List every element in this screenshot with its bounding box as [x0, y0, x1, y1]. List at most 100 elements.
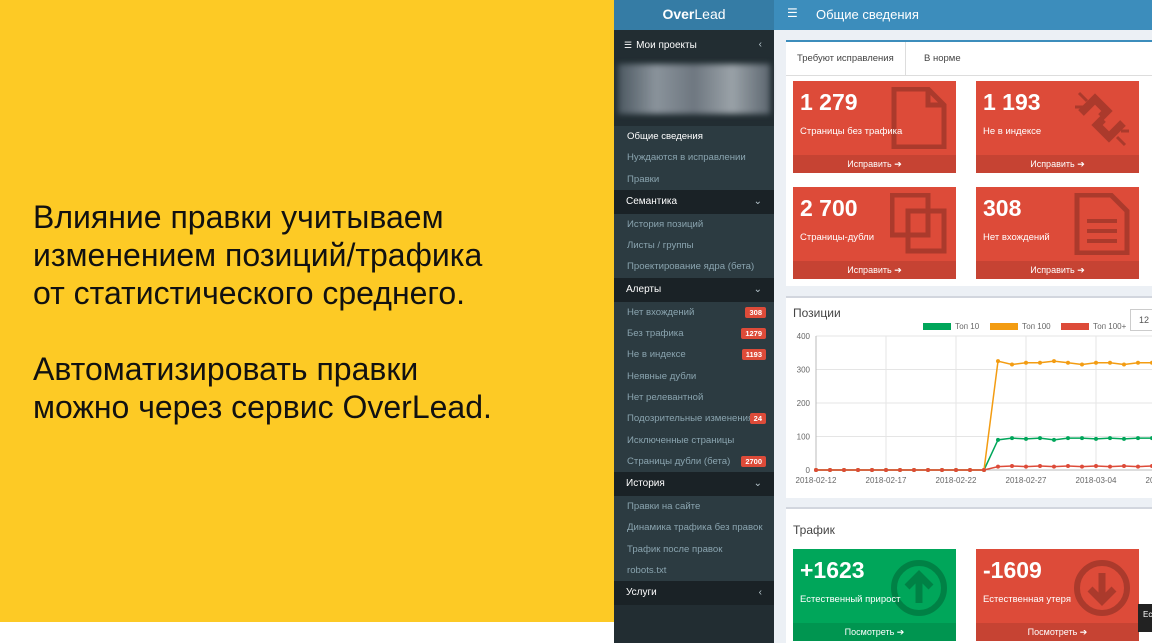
chevron-icon: ‹	[758, 587, 762, 599]
sidebar-item-label: История позиций	[627, 218, 704, 230]
count-badge: 2700	[741, 455, 766, 467]
fix-button[interactable]: Исправить ➔	[793, 261, 956, 279]
positions-title: Позиции	[793, 306, 841, 320]
data-point	[1038, 463, 1042, 468]
data-point	[1066, 463, 1070, 468]
logo-bold: Over	[662, 6, 695, 22]
data-point	[1038, 360, 1042, 365]
tile-traffic-loss: -1609 Естественная утеря Посмотреть ➔	[976, 549, 1139, 641]
data-point	[926, 468, 930, 472]
tile-label: Не в индексе	[983, 126, 1042, 137]
tab-needs-fix[interactable]: Требуют исправления	[786, 42, 906, 75]
tile-value: 308	[983, 195, 1022, 221]
sidebar-item[interactable]: История позиций	[614, 214, 774, 235]
tile-label: Страницы без трафика	[800, 126, 903, 137]
tile-no-entries: 308 Нет вхождений Исправить ➔	[976, 187, 1139, 279]
sidebar-item[interactable]: Правки на сайте	[614, 496, 774, 517]
data-point	[1094, 463, 1098, 468]
data-point	[1066, 436, 1070, 441]
fix-button[interactable]: Исправить ➔	[976, 261, 1139, 279]
sidebar-item[interactable]: Правки	[614, 169, 774, 190]
sidebar-item[interactable]: Без трафика 1279	[614, 323, 774, 344]
arrow-right-circle-icon: ➔	[894, 159, 902, 169]
slide-line: можно через сервис OverLead.	[33, 389, 492, 425]
arrow-down-circle-icon	[1074, 560, 1130, 616]
fix-button[interactable]: Исправить ➔	[976, 155, 1139, 173]
sidebar-item-label: Исключенные страницы	[627, 434, 735, 446]
my-projects-label: Мои проекты	[636, 40, 697, 51]
positions-chart: 0 100 200 300 400 2018-02-12 2018-02-17 2018-02…	[796, 332, 1152, 485]
data-point	[898, 468, 902, 472]
view-button[interactable]: Посмотреть ➔	[793, 623, 956, 641]
logo[interactable]: OverLead	[614, 0, 774, 30]
sidebar: OverLead ☰ Мои проекты ‹ Общие сведения Ну…	[614, 0, 774, 643]
data-point	[1080, 436, 1084, 441]
y-tick-label: 100	[797, 433, 811, 442]
data-point	[954, 468, 958, 472]
sidebar-section-title: Услуги	[626, 587, 657, 599]
arrow-right-circle-icon: ➔	[894, 265, 902, 275]
tab-ok[interactable]: В норме	[913, 42, 972, 75]
arrow-right-circle-icon: ➔	[1079, 627, 1088, 637]
sidebar-item[interactable]: Трафик после правок	[614, 539, 774, 560]
sidebar-submenu: Нет вхождений 308 Без трафика 1279 Не в инде…	[614, 301, 774, 473]
data-point	[1136, 436, 1140, 441]
sidebar-item[interactable]: Листы / группы	[614, 235, 774, 256]
data-point	[1136, 464, 1140, 469]
count-badge: 24	[749, 413, 766, 425]
tile-label: Естественный прирост	[800, 594, 901, 605]
count-badge: 308	[745, 306, 766, 318]
fix-label: Исправить	[1030, 265, 1075, 275]
menu-icon[interactable]: ☰	[787, 6, 798, 20]
y-tick-label: 300	[797, 366, 811, 375]
sidebar-section-title: Семантика	[626, 195, 678, 207]
sidebar-item[interactable]: Нет вхождений 308	[614, 302, 774, 323]
sidebar-item[interactable]: robots.txt	[614, 560, 774, 581]
sidebar-section-header[interactable]: Алерты ⌄	[614, 277, 774, 302]
sidebar-item[interactable]: Страницы дубли (бета) 2700	[614, 451, 774, 472]
sidebar-item[interactable]: Неявные дубли	[614, 366, 774, 387]
data-point	[1108, 436, 1112, 441]
data-point	[1136, 360, 1140, 365]
sidebar-item-label: Неявные дубли	[627, 370, 697, 382]
tile-value: -1609	[983, 557, 1042, 583]
sidebar-item-label: Нет релевантной	[627, 391, 704, 403]
view-label: Посмотреть	[1027, 627, 1078, 637]
data-point	[1080, 362, 1084, 367]
sidebar-item[interactable]: Общие сведения	[614, 126, 774, 147]
chevron-left-icon: ‹	[758, 39, 762, 50]
data-point	[1052, 464, 1056, 469]
sidebar-item[interactable]: Исключенные страницы	[614, 430, 774, 451]
count-badge: 1193	[741, 349, 766, 361]
sidebar-section-header[interactable]: Услуги ‹	[614, 581, 774, 606]
sidebar-section-header[interactable]: Семантика ⌄	[614, 189, 774, 214]
view-button[interactable]: Посмотреть ➔	[976, 623, 1139, 641]
data-point	[982, 468, 986, 472]
sidebar-item[interactable]: Динамика трафика без правок	[614, 517, 774, 538]
sidebar-item[interactable]: Проектирование ядра (бета)	[614, 256, 774, 277]
sidebar-item[interactable]: Подозрительные изменения 24	[614, 408, 774, 429]
data-point	[1108, 360, 1112, 365]
data-point	[1024, 360, 1028, 365]
arrow-right-circle-icon: ➔	[896, 627, 905, 637]
data-point	[884, 468, 888, 472]
data-point	[1052, 437, 1056, 442]
slide-text: Влияние правки учитываем изменением пози…	[33, 198, 603, 426]
data-point	[996, 464, 1000, 469]
tile-label: Нет вхождений	[983, 232, 1050, 243]
arrow-up-circle-icon	[891, 560, 947, 616]
sidebar-item[interactable]: Не в индексе 1193	[614, 344, 774, 365]
fix-button[interactable]: Исправить ➔	[793, 155, 956, 173]
sidebar-item-label: Трафик после правок	[627, 543, 723, 555]
data-point	[1024, 436, 1028, 441]
x-tick-label: 2018-02-22	[936, 476, 977, 485]
period-input[interactable]: 12	[1130, 309, 1152, 331]
tile-label: Естественная утеря	[983, 594, 1071, 605]
my-projects-toggle[interactable]: ☰ Мои проекты ‹	[614, 30, 774, 60]
list-icon: ☰	[624, 40, 633, 50]
sidebar-item[interactable]: Нуждаются в исправлении	[614, 147, 774, 168]
file-icon	[891, 87, 947, 149]
sidebar-item[interactable]: Нет релевантной	[614, 387, 774, 408]
sidebar-item-label: Динамика трафика без правок	[627, 522, 763, 534]
sidebar-section-header[interactable]: История ⌄	[614, 472, 774, 497]
